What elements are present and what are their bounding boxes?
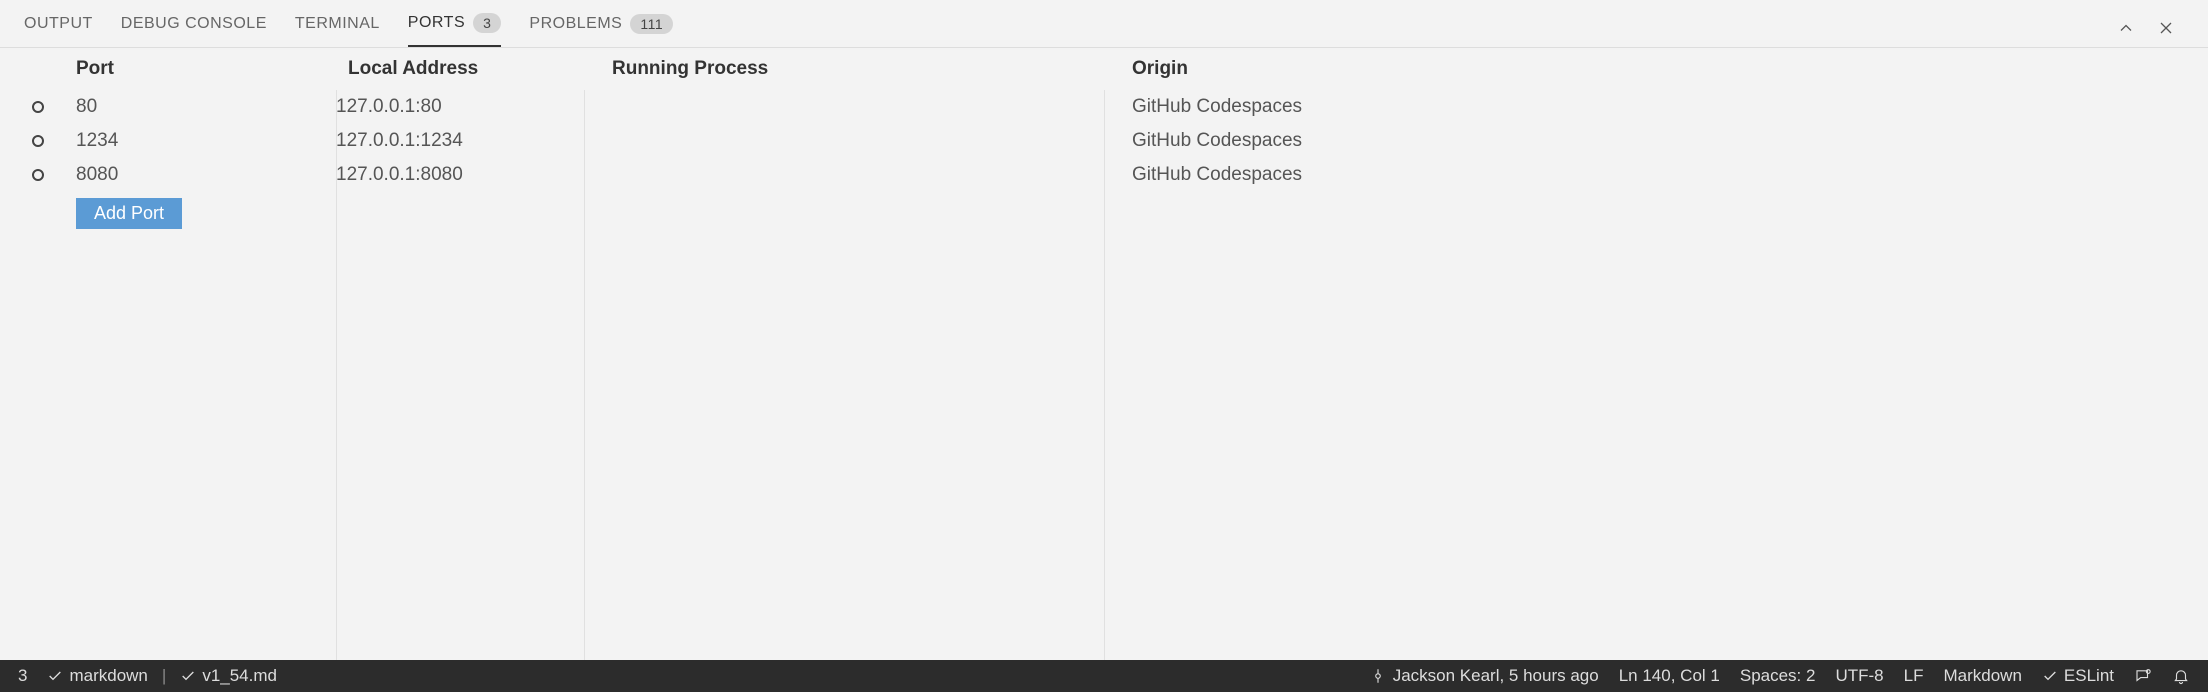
cell-address: 127.0.0.1:1234 — [336, 130, 596, 152]
port-status-icon — [32, 169, 44, 181]
cell-address: 127.0.0.1:8080 — [336, 164, 596, 186]
cell-port: 1234 — [76, 130, 336, 152]
tab-problems-label: PROBLEMS — [529, 15, 622, 33]
tab-output[interactable]: OUTPUT — [24, 8, 93, 47]
cell-origin: GitHub Codespaces — [1116, 96, 2208, 118]
tab-terminal-label: TERMINAL — [295, 15, 380, 33]
tab-ports[interactable]: PORTS 3 — [408, 8, 502, 47]
ports-count-badge: 3 — [473, 13, 501, 33]
status-language-1[interactable]: markdown — [39, 666, 155, 686]
chevron-up-icon[interactable] — [2116, 18, 2136, 38]
col-header-process[interactable]: Running Process — [596, 58, 1116, 80]
divider: | — [160, 666, 168, 686]
close-icon[interactable] — [2156, 18, 2176, 38]
add-port-button[interactable]: Add Port — [76, 198, 182, 229]
ports-panel: Port Local Address Running Process Origi… — [0, 48, 2208, 660]
port-status-icon — [32, 101, 44, 113]
col-header-port[interactable]: Port — [76, 58, 336, 80]
status-encoding[interactable]: UTF-8 — [1827, 666, 1891, 686]
tab-ports-label: PORTS — [408, 14, 465, 32]
tab-terminal[interactable]: TERMINAL — [295, 8, 380, 47]
feedback-icon — [2134, 667, 2152, 685]
status-cursor-position[interactable]: Ln 140, Col 1 — [1611, 666, 1728, 686]
tab-debug-console[interactable]: DEBUG CONSOLE — [121, 8, 267, 47]
check-icon — [47, 668, 63, 684]
tab-debug-label: DEBUG CONSOLE — [121, 15, 267, 33]
check-icon — [2042, 668, 2058, 684]
cell-address: 127.0.0.1:80 — [336, 96, 596, 118]
bell-icon — [2172, 667, 2190, 685]
status-eslint[interactable]: ESLint — [2034, 666, 2122, 686]
status-left-count[interactable]: 3 — [10, 666, 35, 686]
cell-origin: GitHub Codespaces — [1116, 130, 2208, 152]
tab-output-label: OUTPUT — [24, 15, 93, 33]
col-header-address[interactable]: Local Address — [336, 58, 596, 80]
tab-problems[interactable]: PROBLEMS 111 — [529, 8, 673, 47]
check-icon — [180, 668, 196, 684]
panel-actions — [2116, 18, 2184, 38]
status-notifications[interactable] — [2164, 667, 2198, 685]
status-eol[interactable]: LF — [1896, 666, 1932, 686]
git-commit-icon — [1369, 667, 1387, 685]
panel-tab-bar: OUTPUT DEBUG CONSOLE TERMINAL PORTS 3 PR… — [0, 0, 2208, 48]
cell-origin: GitHub Codespaces — [1116, 164, 2208, 186]
status-indentation[interactable]: Spaces: 2 — [1732, 666, 1824, 686]
cell-port: 8080 — [76, 164, 336, 186]
problems-count-badge: 111 — [630, 14, 673, 34]
status-git-blame[interactable]: Jackson Kearl, 5 hours ago — [1361, 666, 1607, 686]
status-feedback[interactable] — [2126, 667, 2160, 685]
status-language-mode[interactable]: Markdown — [1935, 666, 2029, 686]
cell-port: 80 — [76, 96, 336, 118]
col-header-origin[interactable]: Origin — [1116, 58, 2208, 80]
ports-columns-header: Port Local Address Running Process Origi… — [0, 48, 2208, 90]
port-status-icon — [32, 135, 44, 147]
ports-body: 80 127.0.0.1:80 GitHub Codespaces 1234 1… — [0, 90, 2208, 660]
status-bar: 3 markdown | v1_54.md Jackson Kearl, 5 h… — [0, 660, 2208, 692]
status-filename[interactable]: v1_54.md — [172, 666, 285, 686]
